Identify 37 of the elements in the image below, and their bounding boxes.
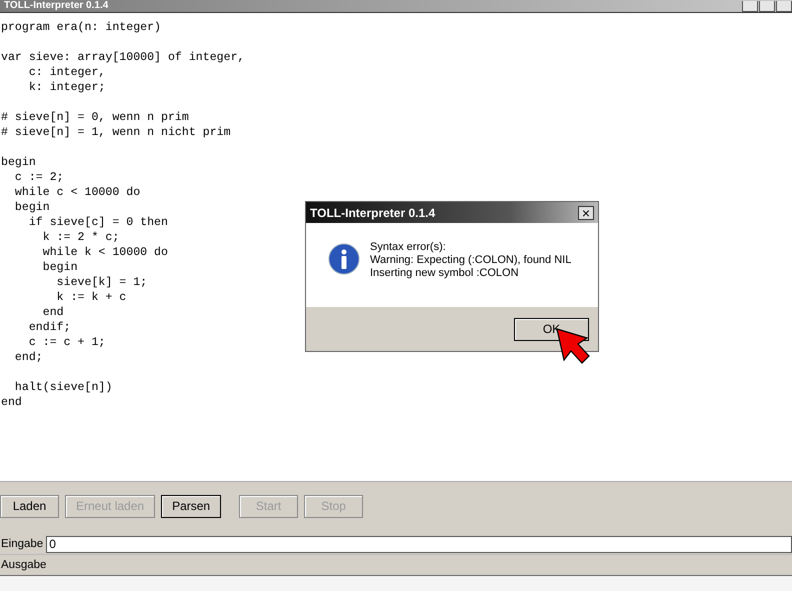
dialog-message: Warning: Expecting (:COLON), found NIL xyxy=(370,254,572,267)
code-line: # sieve[n] = 1, wenn n nicht prim xyxy=(1,125,231,140)
code-line: c := c + 1; xyxy=(28,335,106,350)
code-line: k := k + c xyxy=(56,290,126,305)
code-line: c: integer, xyxy=(28,65,106,80)
code-line: var sieve: array[10000] of integer, xyxy=(1,50,245,65)
code-line: end; xyxy=(14,350,43,365)
dialog-message: Syntax error(s): xyxy=(370,241,447,254)
toolbar-button[interactable]: Parsen xyxy=(161,494,222,518)
maximize-button[interactable] xyxy=(759,1,775,12)
code-line: sieve[k] = 1; xyxy=(56,275,148,290)
input-label: Eingabe xyxy=(1,538,44,550)
code-line: k: integer; xyxy=(28,80,106,95)
code-line: halt(sieve[n]) xyxy=(14,380,112,395)
input-field[interactable]: 0 xyxy=(46,536,792,552)
code-line: while k < 10000 do xyxy=(42,245,168,260)
code-line: c := 2; xyxy=(14,170,64,185)
dialog-message: Inserting new symbol :COLON xyxy=(370,267,520,280)
toolbar-button[interactable]: Laden xyxy=(0,494,59,518)
code-line: begin xyxy=(14,200,50,215)
code-line: # sieve[n] = 0, wenn n prim xyxy=(1,110,189,125)
close-button[interactable]: × xyxy=(578,206,594,220)
output-label: Ausgabe xyxy=(1,559,46,571)
dialog-title: TOLL-Interpreter 0.1.4 xyxy=(310,206,436,220)
code-line: program era(n: integer) xyxy=(1,20,162,35)
close-button[interactable] xyxy=(776,1,792,12)
code-line: while c < 10000 do xyxy=(14,185,140,200)
minimize-button[interactable] xyxy=(742,1,758,12)
code-line: begin xyxy=(42,260,78,275)
code-line: if sieve[c] = 0 then xyxy=(28,215,168,230)
code-line: k := 2 * c; xyxy=(42,230,120,245)
code-line: end xyxy=(42,305,64,320)
code-line: begin xyxy=(1,155,36,170)
code-line: endif; xyxy=(28,320,71,335)
code-line: end xyxy=(1,395,22,410)
window-title: TOLL-Interpreter 0.1.4 xyxy=(4,0,108,12)
info-icon xyxy=(328,243,360,275)
